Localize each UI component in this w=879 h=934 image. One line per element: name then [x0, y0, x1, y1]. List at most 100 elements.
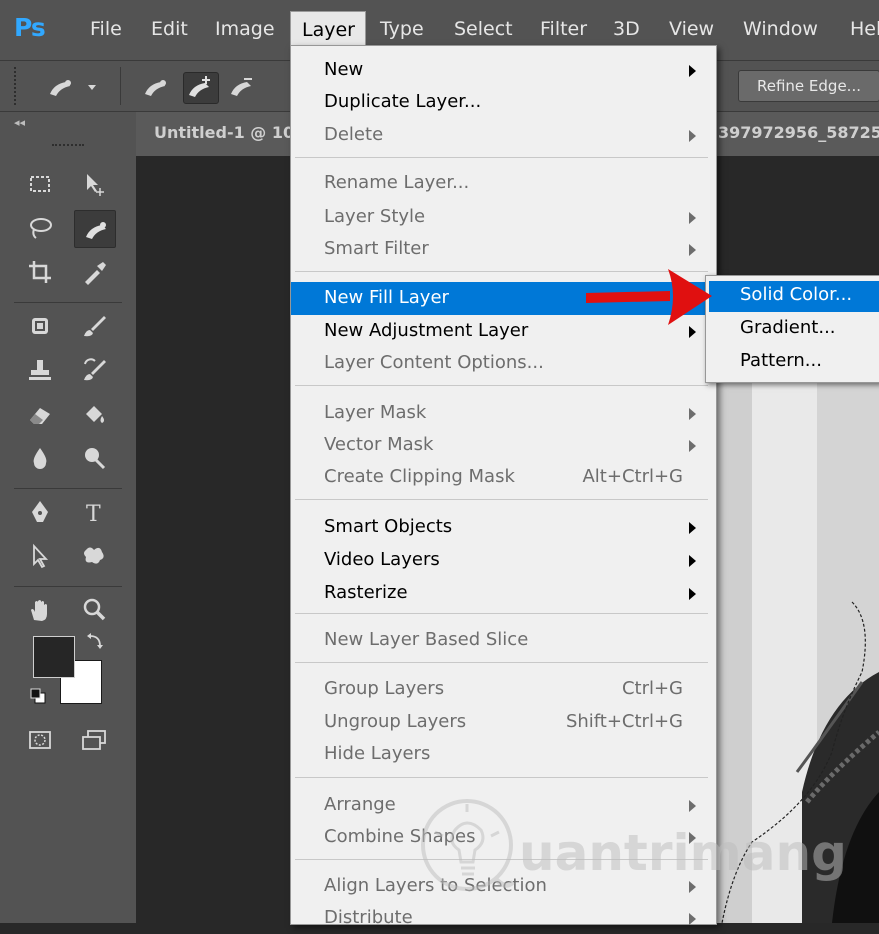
menu-3d[interactable]: 3D	[613, 18, 640, 40]
submenu-item-gradient[interactable]: Gradient...	[709, 314, 879, 345]
menu-item-new[interactable]: New	[291, 56, 716, 86]
menu-item-hide-layers[interactable]: Hide Layers	[291, 740, 716, 770]
menu-separator	[295, 499, 708, 500]
menu-item-create-clipping-mask[interactable]: Create Clipping Mask Alt+Ctrl+G	[291, 463, 716, 493]
default-colors-icon[interactable]	[30, 688, 46, 704]
history-brush-icon[interactable]	[74, 352, 114, 388]
type-tool-icon[interactable]: T	[74, 494, 114, 530]
rectangular-marquee-icon[interactable]	[20, 166, 60, 202]
menu-item-shortcut: Shift+Ctrl+G	[565, 711, 683, 732]
spot-healing-brush-icon[interactable]	[20, 308, 60, 344]
eyedropper-tool-icon[interactable]	[74, 254, 114, 290]
swap-colors-icon[interactable]	[86, 632, 106, 650]
menu-separator	[295, 385, 708, 386]
menu-item-video-layers[interactable]: Video Layers	[291, 546, 716, 576]
dodge-tool-icon[interactable]	[74, 440, 114, 476]
paint-bucket-icon[interactable]	[74, 396, 114, 432]
tab-photo-document[interactable]: 397972956_587258	[712, 112, 879, 156]
submenu-item-pattern[interactable]: Pattern...	[709, 347, 879, 378]
submenu-arrow-icon	[689, 244, 696, 256]
zoom-tool-icon[interactable]	[74, 592, 114, 628]
menu-help[interactable]: Help	[850, 18, 879, 40]
panel-grip	[52, 144, 84, 149]
clone-stamp-icon[interactable]	[20, 352, 60, 388]
quick-mask-icon[interactable]	[20, 722, 60, 758]
menu-item-layer-style[interactable]: Layer Style	[291, 203, 716, 233]
menu-image[interactable]: Image	[215, 18, 275, 40]
menu-item-smart-objects[interactable]: Smart Objects	[291, 513, 716, 543]
pen-tool-icon[interactable]	[20, 494, 60, 530]
submenu-arrow-icon	[689, 440, 696, 452]
menu-item-distribute[interactable]: Distribute	[291, 904, 716, 934]
submenu-item-label: Pattern...	[740, 350, 822, 371]
foreground-color-swatch[interactable]	[33, 636, 75, 678]
menu-item-align-layers-to-selection[interactable]: Align Layers to Selection	[291, 872, 716, 902]
menu-item-arrange[interactable]: Arrange	[291, 791, 716, 821]
menu-item-label: Create Clipping Mask	[324, 466, 515, 487]
new-fill-layer-submenu: Solid Color... Gradient... Pattern...	[705, 275, 879, 383]
menu-item-shortcut: Ctrl+G	[621, 678, 683, 699]
submenu-arrow-icon	[689, 881, 696, 893]
collapse-panel-icon[interactable]: ◂◂	[14, 116, 25, 129]
tool-separator	[14, 586, 122, 587]
menu-separator	[295, 157, 708, 158]
menu-separator	[295, 777, 708, 778]
brush-tool-icon[interactable]	[74, 308, 114, 344]
menu-item-layer-content-options[interactable]: Layer Content Options...	[291, 349, 716, 379]
menu-item-duplicate-layer[interactable]: Duplicate Layer...	[291, 88, 716, 118]
menu-item-label: New Fill Layer	[324, 287, 449, 308]
lasso-tool-icon[interactable]	[20, 210, 60, 246]
menu-window[interactable]: Window	[743, 18, 818, 40]
menu-edit[interactable]: Edit	[151, 18, 188, 40]
menu-item-ungroup-layers[interactable]: Ungroup Layers Shift+Ctrl+G	[291, 708, 716, 738]
menu-separator	[295, 613, 708, 614]
submenu-arrow-icon	[689, 555, 696, 567]
menu-item-shortcut: Alt+Ctrl+G	[582, 466, 683, 487]
menu-file[interactable]: File	[90, 18, 122, 40]
menu-item-label: Group Layers	[324, 678, 445, 699]
crop-tool-icon[interactable]	[20, 254, 60, 290]
menu-item-label: Rasterize	[324, 582, 408, 603]
options-grip	[14, 67, 20, 105]
screen-mode-icon[interactable]	[74, 722, 114, 758]
move-tool-icon[interactable]	[74, 166, 114, 202]
menu-item-delete[interactable]: Delete	[291, 121, 716, 151]
refine-edge-button[interactable]: Refine Edge...	[738, 70, 879, 102]
tool-separator	[14, 488, 122, 489]
submenu-arrow-icon	[689, 130, 696, 142]
menu-item-layer-mask[interactable]: Layer Mask	[291, 399, 716, 429]
menu-item-group-layers[interactable]: Group Layers Ctrl+G	[291, 675, 716, 705]
menu-filter[interactable]: Filter	[540, 18, 587, 40]
tool-preset-picker[interactable]	[44, 72, 96, 102]
photoshop-logo: Ps	[14, 13, 46, 42]
menu-item-rasterize[interactable]: Rasterize	[291, 579, 716, 609]
menu-separator	[295, 859, 708, 860]
menu-item-label: Hide Layers	[324, 743, 431, 764]
eraser-tool-icon[interactable]	[20, 396, 60, 432]
menu-item-label: Rename Layer...	[324, 172, 470, 193]
menu-select[interactable]: Select	[454, 18, 513, 40]
menu-item-smart-filter[interactable]: Smart Filter	[291, 235, 716, 265]
submenu-arrow-icon	[689, 800, 696, 812]
subtract-from-selection-icon[interactable]	[226, 72, 260, 102]
menu-item-label: Ungroup Layers	[324, 711, 467, 732]
menu-separator	[295, 662, 708, 663]
blur-tool-icon[interactable]	[20, 440, 60, 476]
menu-item-label: Distribute	[324, 907, 413, 928]
menu-item-combine-shapes[interactable]: Combine Shapes	[291, 823, 716, 853]
path-selection-icon[interactable]	[20, 538, 60, 574]
menu-type[interactable]: Type	[380, 18, 424, 40]
new-selection-icon[interactable]	[140, 72, 174, 102]
menu-item-rename-layer[interactable]: Rename Layer...	[291, 169, 716, 199]
menu-item-label: Combine Shapes	[324, 826, 476, 847]
add-to-selection-icon[interactable]	[183, 72, 219, 104]
quick-selection-tool-icon[interactable]	[74, 210, 116, 248]
tab-untitled-document[interactable]: Untitled-1 @ 100% (RGB/8)	[136, 112, 396, 156]
custom-shape-icon[interactable]	[74, 538, 114, 574]
submenu-item-label: Solid Color...	[740, 284, 853, 305]
hand-tool-icon[interactable]	[20, 592, 60, 628]
menu-view[interactable]: View	[669, 18, 714, 40]
submenu-item-solid-color[interactable]: Solid Color...	[709, 281, 879, 312]
menu-item-vector-mask[interactable]: Vector Mask	[291, 431, 716, 461]
menu-item-new-layer-based-slice[interactable]: New Layer Based Slice	[291, 626, 716, 656]
